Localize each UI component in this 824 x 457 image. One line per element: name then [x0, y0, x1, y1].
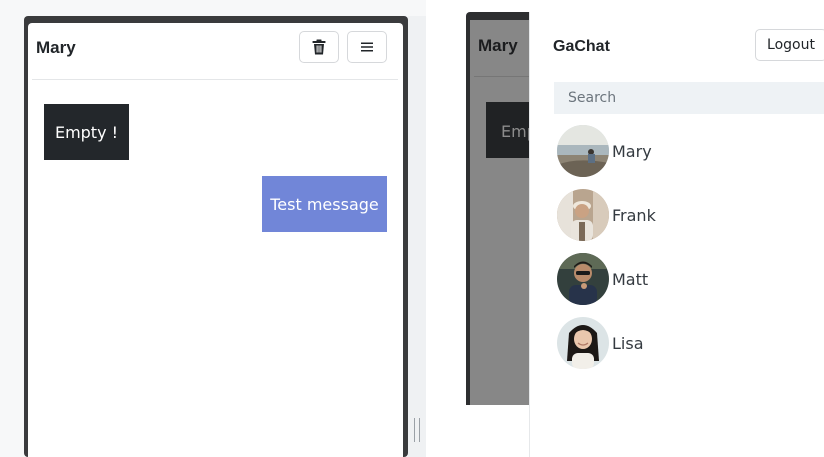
- delete-chat-button[interactable]: [299, 31, 339, 63]
- contact-name: Frank: [612, 206, 656, 225]
- chat-screen: Mary Empty ! Test message: [28, 23, 403, 457]
- incoming-message: Empty !: [44, 104, 129, 160]
- panel-edge: [408, 16, 426, 457]
- background-divider: [474, 76, 530, 77]
- contacts-drawer: GaChat Logout Mary: [529, 12, 824, 457]
- contact-item-frank[interactable]: Frank: [557, 189, 817, 243]
- app-title: GaChat: [553, 38, 610, 55]
- drawer-backdrop[interactable]: Mary Empty !: [470, 20, 530, 405]
- contact-name: Mary: [612, 142, 652, 161]
- panel-gap: [426, 0, 452, 457]
- menu-button[interactable]: [347, 31, 387, 63]
- background-message: Empty !: [486, 102, 530, 158]
- contact-name: Lisa: [612, 334, 644, 353]
- resize-handle[interactable]: [414, 418, 420, 442]
- contact-item-mary[interactable]: Mary: [557, 125, 817, 179]
- background-chat-frame: Mary Empty !: [466, 12, 530, 405]
- contact-name: Matt: [612, 270, 649, 289]
- logout-button[interactable]: Logout: [755, 29, 824, 61]
- avatar: [557, 125, 609, 177]
- chat-window-frame: Mary Empty ! Test message: [24, 16, 408, 457]
- trash-icon: [312, 39, 326, 55]
- avatar: [557, 189, 609, 241]
- hamburger-menu-icon: [361, 42, 373, 52]
- chat-title: Mary: [36, 38, 76, 57]
- background-chat-title: Mary: [478, 36, 518, 55]
- search-input[interactable]: [554, 82, 824, 114]
- outgoing-message: Test message: [262, 176, 387, 232]
- avatar: [557, 317, 609, 369]
- contact-item-matt[interactable]: Matt: [557, 253, 817, 307]
- contact-item-lisa[interactable]: Lisa: [557, 317, 817, 371]
- header-divider: [32, 79, 398, 80]
- chat-header: Mary: [28, 23, 403, 80]
- avatar: [557, 253, 609, 305]
